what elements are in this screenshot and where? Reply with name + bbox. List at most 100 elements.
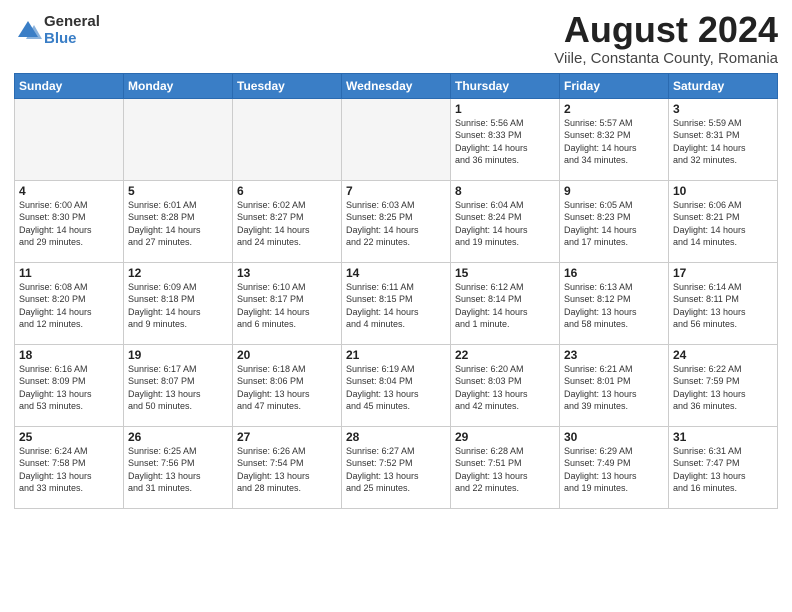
calendar-cell: 25Sunrise: 6:24 AM Sunset: 7:58 PM Dayli… (15, 426, 124, 508)
header-tuesday: Tuesday (233, 73, 342, 98)
day-info: Sunrise: 6:01 AM Sunset: 8:28 PM Dayligh… (128, 199, 228, 249)
calendar-week-3: 18Sunrise: 6:16 AM Sunset: 8:09 PM Dayli… (15, 344, 778, 426)
day-number: 11 (19, 266, 119, 280)
title-area: August 2024 Viile, Constanta County, Rom… (554, 10, 778, 67)
day-info: Sunrise: 6:19 AM Sunset: 8:04 PM Dayligh… (346, 363, 446, 413)
calendar-cell: 8Sunrise: 6:04 AM Sunset: 8:24 PM Daylig… (451, 180, 560, 262)
day-number: 24 (673, 348, 773, 362)
day-number: 25 (19, 430, 119, 444)
day-info: Sunrise: 6:29 AM Sunset: 7:49 PM Dayligh… (564, 445, 664, 495)
day-info: Sunrise: 6:03 AM Sunset: 8:25 PM Dayligh… (346, 199, 446, 249)
calendar-cell (233, 98, 342, 180)
calendar-cell: 18Sunrise: 6:16 AM Sunset: 8:09 PM Dayli… (15, 344, 124, 426)
day-info: Sunrise: 5:57 AM Sunset: 8:32 PM Dayligh… (564, 117, 664, 167)
day-info: Sunrise: 6:06 AM Sunset: 8:21 PM Dayligh… (673, 199, 773, 249)
header-friday: Friday (560, 73, 669, 98)
day-info: Sunrise: 6:17 AM Sunset: 8:07 PM Dayligh… (128, 363, 228, 413)
calendar-week-2: 11Sunrise: 6:08 AM Sunset: 8:20 PM Dayli… (15, 262, 778, 344)
day-number: 8 (455, 184, 555, 198)
day-info: Sunrise: 6:18 AM Sunset: 8:06 PM Dayligh… (237, 363, 337, 413)
day-info: Sunrise: 6:08 AM Sunset: 8:20 PM Dayligh… (19, 281, 119, 331)
day-info: Sunrise: 6:11 AM Sunset: 8:15 PM Dayligh… (346, 281, 446, 331)
calendar-cell (15, 98, 124, 180)
calendar-header: Sunday Monday Tuesday Wednesday Thursday… (15, 73, 778, 98)
logo: General Blue (14, 14, 100, 47)
day-info: Sunrise: 6:12 AM Sunset: 8:14 PM Dayligh… (455, 281, 555, 331)
day-info: Sunrise: 6:00 AM Sunset: 8:30 PM Dayligh… (19, 199, 119, 249)
day-number: 10 (673, 184, 773, 198)
calendar-cell: 31Sunrise: 6:31 AM Sunset: 7:47 PM Dayli… (669, 426, 778, 508)
calendar-cell: 11Sunrise: 6:08 AM Sunset: 8:20 PM Dayli… (15, 262, 124, 344)
calendar-cell: 20Sunrise: 6:18 AM Sunset: 8:06 PM Dayli… (233, 344, 342, 426)
day-number: 22 (455, 348, 555, 362)
day-number: 7 (346, 184, 446, 198)
day-info: Sunrise: 6:27 AM Sunset: 7:52 PM Dayligh… (346, 445, 446, 495)
day-number: 15 (455, 266, 555, 280)
day-info: Sunrise: 6:09 AM Sunset: 8:18 PM Dayligh… (128, 281, 228, 331)
calendar-cell: 22Sunrise: 6:20 AM Sunset: 8:03 PM Dayli… (451, 344, 560, 426)
day-info: Sunrise: 6:10 AM Sunset: 8:17 PM Dayligh… (237, 281, 337, 331)
calendar-cell: 5Sunrise: 6:01 AM Sunset: 8:28 PM Daylig… (124, 180, 233, 262)
day-number: 16 (564, 266, 664, 280)
calendar-cell: 16Sunrise: 6:13 AM Sunset: 8:12 PM Dayli… (560, 262, 669, 344)
day-number: 6 (237, 184, 337, 198)
header-saturday: Saturday (669, 73, 778, 98)
calendar-cell (342, 98, 451, 180)
calendar-cell: 23Sunrise: 6:21 AM Sunset: 8:01 PM Dayli… (560, 344, 669, 426)
calendar-cell: 30Sunrise: 6:29 AM Sunset: 7:49 PM Dayli… (560, 426, 669, 508)
logo-text: General Blue (44, 14, 100, 47)
calendar-cell: 1Sunrise: 5:56 AM Sunset: 8:33 PM Daylig… (451, 98, 560, 180)
day-info: Sunrise: 6:26 AM Sunset: 7:54 PM Dayligh… (237, 445, 337, 495)
day-number: 31 (673, 430, 773, 444)
day-number: 30 (564, 430, 664, 444)
calendar-cell: 14Sunrise: 6:11 AM Sunset: 8:15 PM Dayli… (342, 262, 451, 344)
day-number: 27 (237, 430, 337, 444)
calendar-cell: 12Sunrise: 6:09 AM Sunset: 8:18 PM Dayli… (124, 262, 233, 344)
day-info: Sunrise: 5:56 AM Sunset: 8:33 PM Dayligh… (455, 117, 555, 167)
day-info: Sunrise: 5:59 AM Sunset: 8:31 PM Dayligh… (673, 117, 773, 167)
logo-general: General (44, 14, 100, 31)
calendar-cell: 24Sunrise: 6:22 AM Sunset: 7:59 PM Dayli… (669, 344, 778, 426)
day-number: 12 (128, 266, 228, 280)
day-number: 13 (237, 266, 337, 280)
day-info: Sunrise: 6:31 AM Sunset: 7:47 PM Dayligh… (673, 445, 773, 495)
logo-blue: Blue (44, 31, 100, 48)
calendar-cell (124, 98, 233, 180)
calendar-cell: 29Sunrise: 6:28 AM Sunset: 7:51 PM Dayli… (451, 426, 560, 508)
header: General Blue August 2024 Viile, Constant… (14, 10, 778, 67)
day-number: 5 (128, 184, 228, 198)
day-number: 28 (346, 430, 446, 444)
header-monday: Monday (124, 73, 233, 98)
day-number: 21 (346, 348, 446, 362)
day-number: 23 (564, 348, 664, 362)
day-number: 17 (673, 266, 773, 280)
calendar-week-0: 1Sunrise: 5:56 AM Sunset: 8:33 PM Daylig… (15, 98, 778, 180)
calendar-week-1: 4Sunrise: 6:00 AM Sunset: 8:30 PM Daylig… (15, 180, 778, 262)
day-number: 18 (19, 348, 119, 362)
day-number: 1 (455, 102, 555, 116)
calendar-cell: 10Sunrise: 6:06 AM Sunset: 8:21 PM Dayli… (669, 180, 778, 262)
calendar-cell: 15Sunrise: 6:12 AM Sunset: 8:14 PM Dayli… (451, 262, 560, 344)
day-info: Sunrise: 6:24 AM Sunset: 7:58 PM Dayligh… (19, 445, 119, 495)
day-info: Sunrise: 6:05 AM Sunset: 8:23 PM Dayligh… (564, 199, 664, 249)
day-info: Sunrise: 6:20 AM Sunset: 8:03 PM Dayligh… (455, 363, 555, 413)
page: General Blue August 2024 Viile, Constant… (0, 0, 792, 612)
day-info: Sunrise: 6:16 AM Sunset: 8:09 PM Dayligh… (19, 363, 119, 413)
day-info: Sunrise: 6:28 AM Sunset: 7:51 PM Dayligh… (455, 445, 555, 495)
calendar-cell: 19Sunrise: 6:17 AM Sunset: 8:07 PM Dayli… (124, 344, 233, 426)
calendar-cell: 4Sunrise: 6:00 AM Sunset: 8:30 PM Daylig… (15, 180, 124, 262)
calendar-cell: 3Sunrise: 5:59 AM Sunset: 8:31 PM Daylig… (669, 98, 778, 180)
day-number: 3 (673, 102, 773, 116)
day-info: Sunrise: 6:22 AM Sunset: 7:59 PM Dayligh… (673, 363, 773, 413)
day-number: 19 (128, 348, 228, 362)
calendar-cell: 27Sunrise: 6:26 AM Sunset: 7:54 PM Dayli… (233, 426, 342, 508)
calendar-cell: 21Sunrise: 6:19 AM Sunset: 8:04 PM Dayli… (342, 344, 451, 426)
day-number: 20 (237, 348, 337, 362)
header-wednesday: Wednesday (342, 73, 451, 98)
day-number: 14 (346, 266, 446, 280)
day-info: Sunrise: 6:25 AM Sunset: 7:56 PM Dayligh… (128, 445, 228, 495)
day-number: 26 (128, 430, 228, 444)
calendar-cell: 13Sunrise: 6:10 AM Sunset: 8:17 PM Dayli… (233, 262, 342, 344)
header-sunday: Sunday (15, 73, 124, 98)
calendar-cell: 7Sunrise: 6:03 AM Sunset: 8:25 PM Daylig… (342, 180, 451, 262)
